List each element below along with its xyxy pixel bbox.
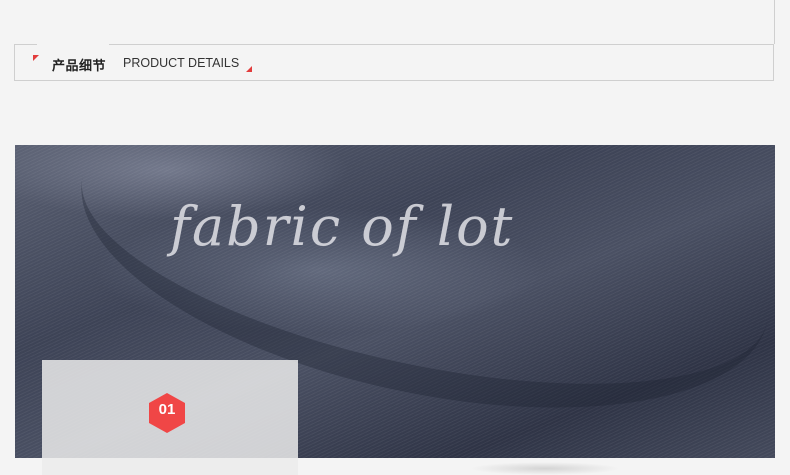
top-divider-line xyxy=(774,0,775,44)
section-header: 产品细节 PRODUCT DETAILS xyxy=(14,44,774,81)
section-title-chinese: 产品细节 xyxy=(52,59,107,74)
corner-accent-top-left xyxy=(33,55,39,61)
corner-accent-bottom-right xyxy=(246,66,252,72)
hero-caption: fabric of lot xyxy=(170,195,515,258)
section-title-english: PRODUCT DETAILS xyxy=(123,56,240,70)
header-border-gap xyxy=(37,44,109,46)
bottom-shadow xyxy=(470,462,620,475)
badge-number: 01 xyxy=(158,401,176,418)
